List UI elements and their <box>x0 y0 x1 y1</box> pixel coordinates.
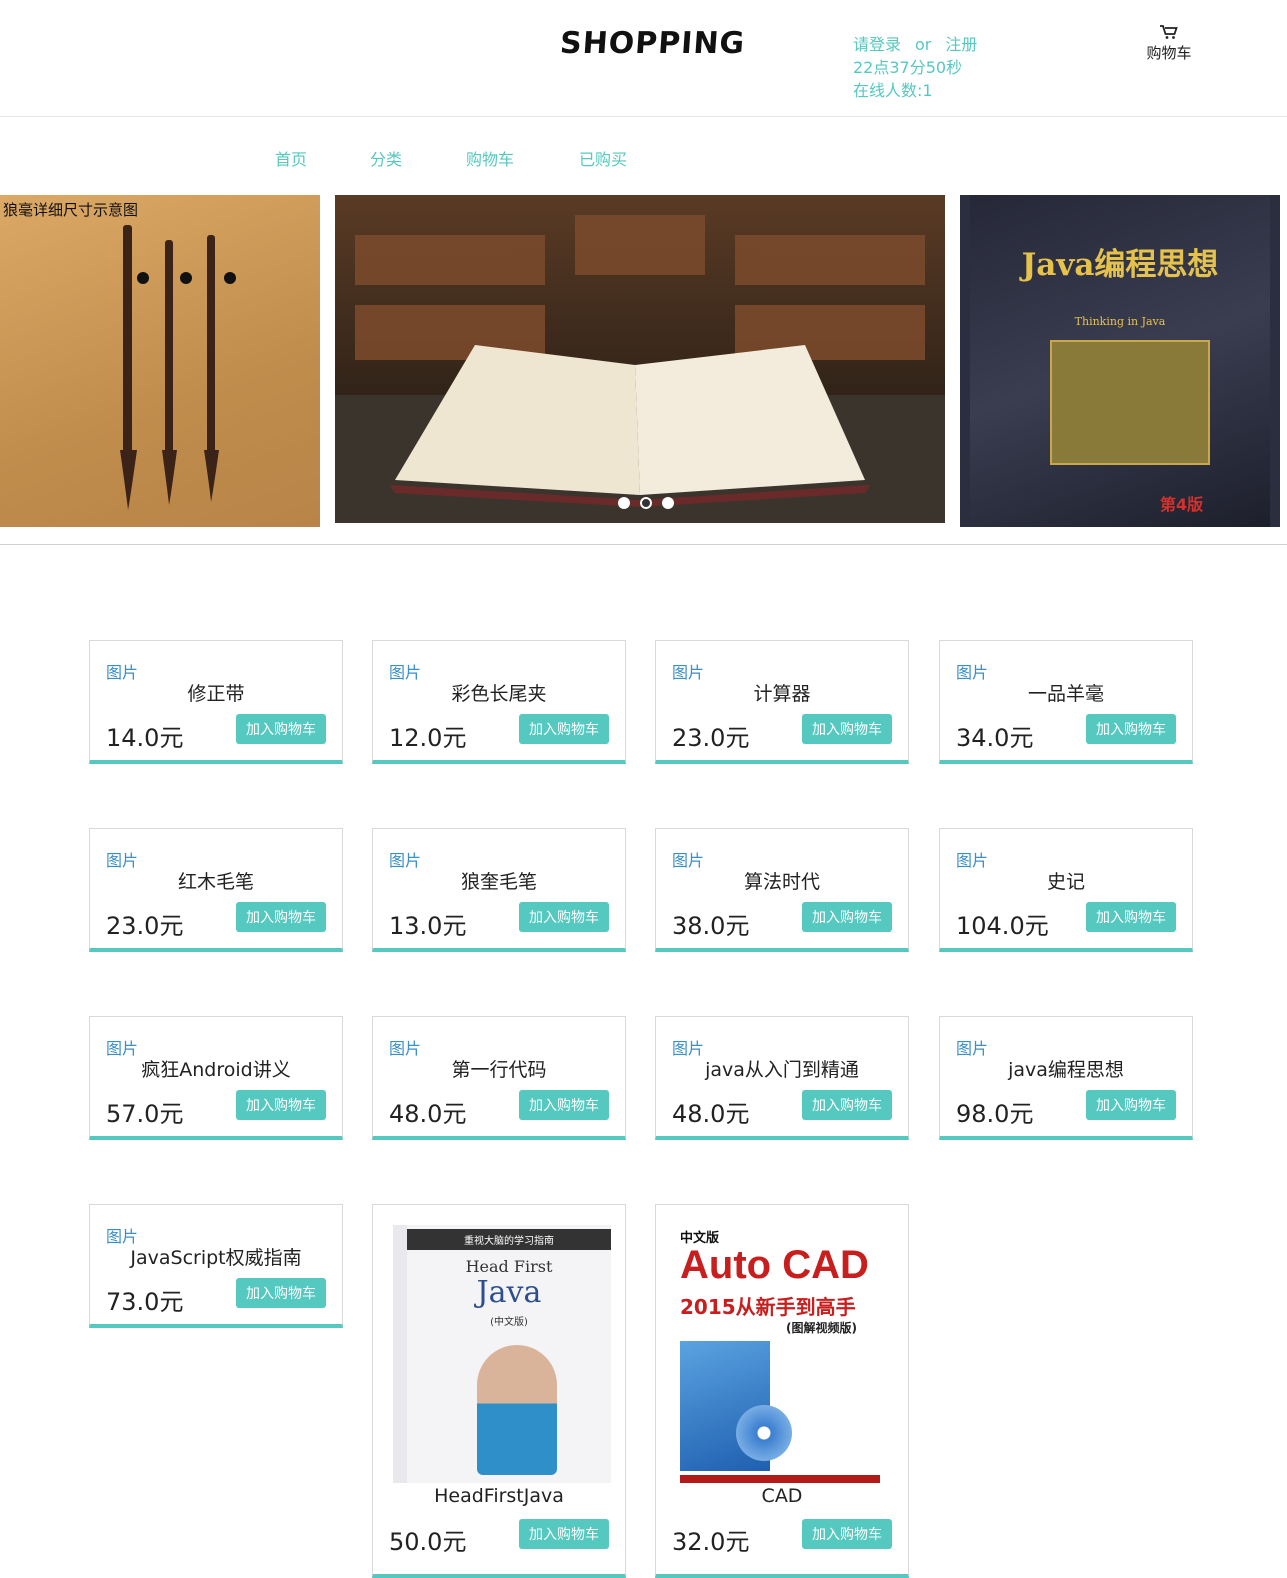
product-name[interactable]: 疯狂Android讲义 <box>90 1055 342 1082</box>
product-name[interactable]: 算法时代 <box>656 867 908 894</box>
product-price: 14.0元 <box>106 724 184 752</box>
product-name[interactable]: java编程思想 <box>940 1055 1192 1082</box>
product-price: 48.0元 <box>672 1100 750 1128</box>
cover-disc <box>736 1405 792 1461</box>
cover-title-2: 2015从新手到高手 <box>680 1295 856 1319</box>
cover-title-1: Auto CAD <box>680 1243 869 1287</box>
add-to-cart-button[interactable]: 加入购物车 <box>519 1090 609 1120</box>
product-price: 57.0元 <box>106 1100 184 1128</box>
product-name[interactable]: 狼奎毛笔 <box>373 867 625 894</box>
product-name[interactable]: 计算器 <box>656 679 908 706</box>
add-to-cart-button[interactable]: 加入购物车 <box>1086 1090 1176 1120</box>
product-price: 50.0元 <box>389 1528 467 1556</box>
product-card[interactable]: 中文版 Auto CAD 2015从新手到高手 (图解视频版) CAD 32.0元 加入购物… <box>655 1204 909 1578</box>
product-name[interactable]: 彩色长尾夹 <box>373 679 625 706</box>
cover-footer <box>680 1475 880 1483</box>
product-price: 34.0元 <box>956 724 1034 752</box>
product-price: 48.0元 <box>389 1100 467 1128</box>
cover-sub: (中文版) <box>490 1317 528 1328</box>
product-card[interactable]: 图片 狼奎毛笔 13.0元 加入购物车 <box>372 828 626 952</box>
product-card[interactable]: 图片 JavaScript权威指南 73.0元 加入购物车 <box>89 1204 343 1328</box>
product-cover-image[interactable]: 中文版 Auto CAD 2015从新手到高手 (图解视频版) <box>676 1225 894 1483</box>
add-to-cart-button[interactable]: 加入购物车 <box>236 902 326 932</box>
add-to-cart-button[interactable]: 加入购物车 <box>519 714 609 744</box>
cover-top-text: 重视大脑的学习指南 <box>407 1229 611 1250</box>
product-card[interactable]: 图片 算法时代 38.0元 加入购物车 <box>655 828 909 952</box>
add-to-cart-button[interactable]: 加入购物车 <box>802 714 892 744</box>
cover-sub: (图解视频版) <box>786 1321 857 1335</box>
product-name[interactable]: 史记 <box>940 867 1192 894</box>
add-to-cart-button[interactable]: 加入购物车 <box>1086 902 1176 932</box>
add-to-cart-button[interactable]: 加入购物车 <box>802 1519 892 1549</box>
product-name[interactable]: 红木毛笔 <box>90 867 342 894</box>
product-card[interactable]: 图片 一品羊毫 34.0元 加入购物车 <box>939 640 1193 764</box>
product-card[interactable]: 图片 计算器 23.0元 加入购物车 <box>655 640 909 764</box>
product-card[interactable]: 图片 疯狂Android讲义 57.0元 加入购物车 <box>89 1016 343 1140</box>
add-to-cart-button[interactable]: 加入购物车 <box>236 1090 326 1120</box>
product-card[interactable]: 图片 java编程思想 98.0元 加入购物车 <box>939 1016 1193 1140</box>
product-card[interactable]: 重视大脑的学习指南 Head First Java (中文版) HeadFirstJav… <box>372 1204 626 1578</box>
product-card[interactable]: 图片 第一行代码 48.0元 加入购物车 <box>372 1016 626 1140</box>
product-name[interactable]: HeadFirstJava <box>373 1485 625 1507</box>
product-price: 12.0元 <box>389 724 467 752</box>
product-card[interactable]: 图片 彩色长尾夹 12.0元 加入购物车 <box>372 640 626 764</box>
product-price: 73.0元 <box>106 1288 184 1316</box>
product-card[interactable]: 图片 史记 104.0元 加入购物车 <box>939 828 1193 952</box>
product-name[interactable]: 第一行代码 <box>373 1055 625 1082</box>
add-to-cart-button[interactable]: 加入购物车 <box>236 714 326 744</box>
add-to-cart-button[interactable]: 加入购物车 <box>236 1278 326 1308</box>
add-to-cart-button[interactable]: 加入购物车 <box>519 902 609 932</box>
product-name[interactable]: JavaScript权威指南 <box>90 1243 342 1270</box>
product-card[interactable]: 图片 修正带 14.0元 加入购物车 <box>89 640 343 764</box>
product-grid: 图片 修正带 14.0元 加入购物车 图片 彩色长尾夹 12.0元 加入购物车 图片 计算器 23.… <box>0 0 1287 1578</box>
product-price: 98.0元 <box>956 1100 1034 1128</box>
product-name[interactable]: CAD <box>656 1485 908 1507</box>
product-name[interactable]: 一品羊毫 <box>940 679 1192 706</box>
add-to-cart-button[interactable]: 加入购物车 <box>802 902 892 932</box>
add-to-cart-button[interactable]: 加入购物车 <box>1086 714 1176 744</box>
add-to-cart-button[interactable]: 加入购物车 <box>802 1090 892 1120</box>
product-card[interactable]: 图片 红木毛笔 23.0元 加入购物车 <box>89 828 343 952</box>
product-price: 104.0元 <box>956 912 1049 940</box>
product-card[interactable]: 图片 java从入门到精通 48.0元 加入购物车 <box>655 1016 909 1140</box>
add-to-cart-button[interactable]: 加入购物车 <box>519 1519 609 1549</box>
cover-figure <box>477 1345 557 1475</box>
product-name[interactable]: 修正带 <box>90 679 342 706</box>
product-name[interactable]: java从入门到精通 <box>656 1055 908 1082</box>
cover-title-2: Java <box>476 1275 542 1310</box>
product-price: 23.0元 <box>672 724 750 752</box>
product-cover-image[interactable]: 重视大脑的学习指南 Head First Java (中文版) <box>393 1225 611 1483</box>
cover-title-1: Head First <box>465 1257 553 1276</box>
product-price: 32.0元 <box>672 1528 750 1556</box>
product-price: 13.0元 <box>389 912 467 940</box>
product-price: 23.0元 <box>106 912 184 940</box>
product-price: 38.0元 <box>672 912 750 940</box>
